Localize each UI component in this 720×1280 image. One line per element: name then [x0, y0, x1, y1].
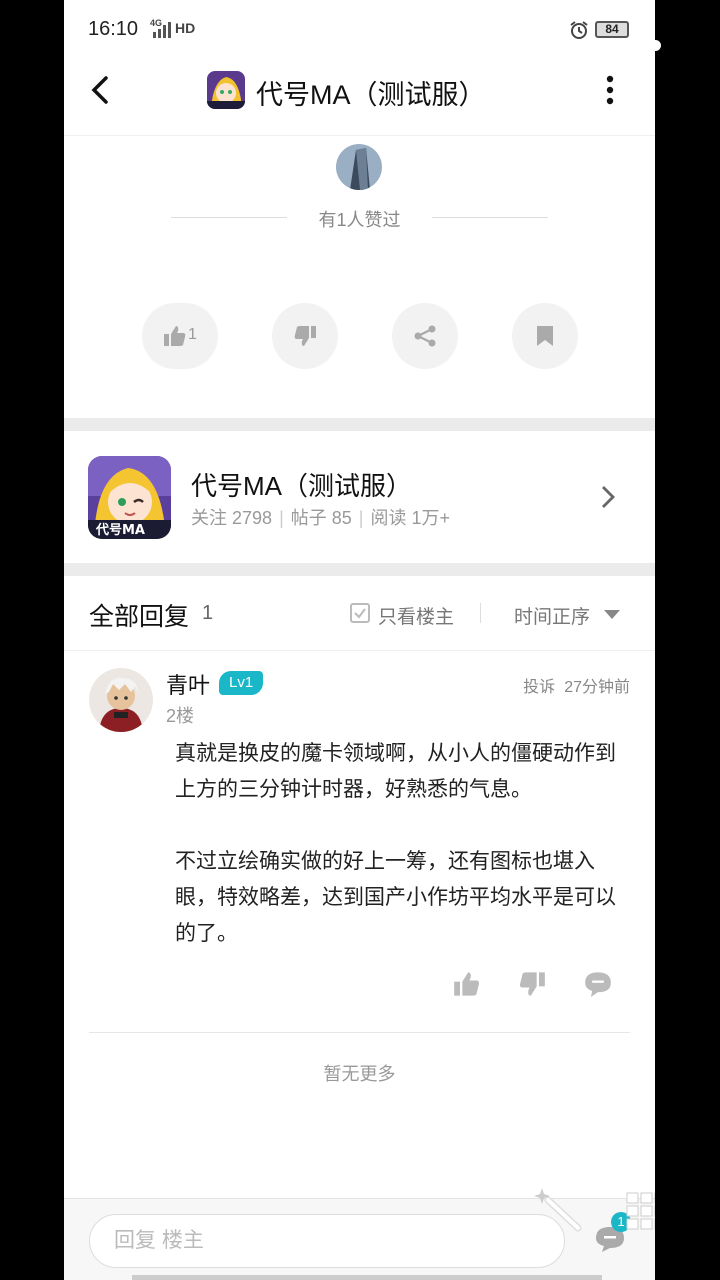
- game-icon-text: 代号MA: [95, 522, 145, 538]
- bookmark-icon: [537, 326, 553, 346]
- commenter-avatar[interactable]: [89, 668, 153, 732]
- thumbs-up-icon: [164, 326, 186, 346]
- alarm-icon: [570, 21, 588, 39]
- page-title: 代号MA（测试服）: [256, 80, 486, 110]
- section-separator: [64, 563, 655, 576]
- battery-icon: 84: [595, 21, 629, 38]
- thumbs-up-icon[interactable]: [453, 970, 481, 998]
- more-vertical-icon[interactable]: [600, 74, 620, 106]
- thumbs-down-icon: [294, 326, 316, 346]
- status-time: 16:10: [88, 18, 139, 40]
- thumbs-down-icon[interactable]: [518, 970, 546, 998]
- floor-number: 2楼: [166, 706, 195, 726]
- comment-icon[interactable]: [584, 970, 612, 998]
- reply-input[interactable]: 回复 楼主: [89, 1214, 565, 1268]
- chevron-right-icon: [602, 486, 615, 508]
- commenter-name[interactable]: 青叶: [166, 668, 210, 700]
- comment-paragraph: 不过立绘确实做的好上一筹，还有图标也堪入眼，特效略差，达到国产小作坊平均水平是可…: [175, 850, 616, 945]
- comment-time: 27分钟前: [564, 679, 630, 696]
- comment-meta: 投诉 27分钟前: [523, 673, 630, 697]
- follow-label: 关注: [191, 508, 227, 528]
- only-author-label[interactable]: 只看楼主: [378, 602, 454, 629]
- bookmark-button[interactable]: [512, 303, 578, 369]
- only-author-checkbox[interactable]: [350, 603, 370, 623]
- comment-body: 真就是换皮的魔卡领域啊，从小人的僵硬动作到上方的三分钟计时器，好熟悉的气息。 不…: [175, 736, 625, 988]
- report-link[interactable]: 投诉: [523, 679, 555, 696]
- game-icon: 代号MA: [88, 456, 171, 539]
- reads-label: 阅读: [370, 508, 407, 528]
- back-arrow-icon[interactable]: [86, 72, 114, 108]
- game-name: 代号MA（测试服）: [191, 471, 413, 501]
- magic-wand-icon[interactable]: [534, 1186, 584, 1234]
- signal-icon: [153, 22, 171, 38]
- no-more-text: 暂无更多: [323, 1064, 396, 1084]
- replies-count: 1: [202, 602, 214, 624]
- top-nav: 代号MA（测试服）: [64, 60, 655, 136]
- replies-title: 全部回复: [89, 603, 190, 631]
- caret-down-icon[interactable]: [604, 610, 620, 619]
- app-screen: 16:10 4G HD 84 代号MA（测试服） 有1人赞过 1 代号MA 代号…: [64, 0, 655, 1280]
- dislike-button[interactable]: [272, 303, 338, 369]
- divider: [480, 603, 481, 623]
- level-badge: Lv1: [219, 671, 264, 695]
- section-separator: [64, 418, 655, 431]
- liked-by-text[interactable]: 有1人赞过: [64, 206, 655, 232]
- posts-count: 85: [331, 508, 352, 528]
- game-icon-small: [207, 71, 245, 109]
- follow-count: 2798: [232, 508, 273, 528]
- grid-menu-icon[interactable]: [626, 1192, 655, 1230]
- game-stats: 关注 2798 | 帖子 85 | 阅读 1万+: [191, 508, 451, 528]
- like-button[interactable]: 1: [142, 303, 218, 369]
- liker-avatar[interactable]: [336, 144, 382, 190]
- divider: [64, 650, 655, 651]
- like-count: 1: [188, 326, 197, 343]
- share-icon: [414, 325, 436, 347]
- keyboard-strip: [132, 1275, 602, 1280]
- share-button[interactable]: [392, 303, 458, 369]
- reads-count: 1万+: [411, 508, 451, 528]
- sort-dropdown[interactable]: 时间正序: [514, 602, 590, 629]
- posts-label: 帖子: [290, 508, 327, 528]
- status-bar: 16:10 4G HD 84: [64, 0, 655, 60]
- divider: [89, 1032, 630, 1033]
- hd-indicator: HD: [175, 20, 196, 36]
- post-actions: 1: [64, 303, 655, 369]
- comment-paragraph: 真就是换皮的魔卡领域啊，从小人的僵硬动作到上方的三分钟计时器，好熟悉的气息。: [175, 742, 616, 801]
